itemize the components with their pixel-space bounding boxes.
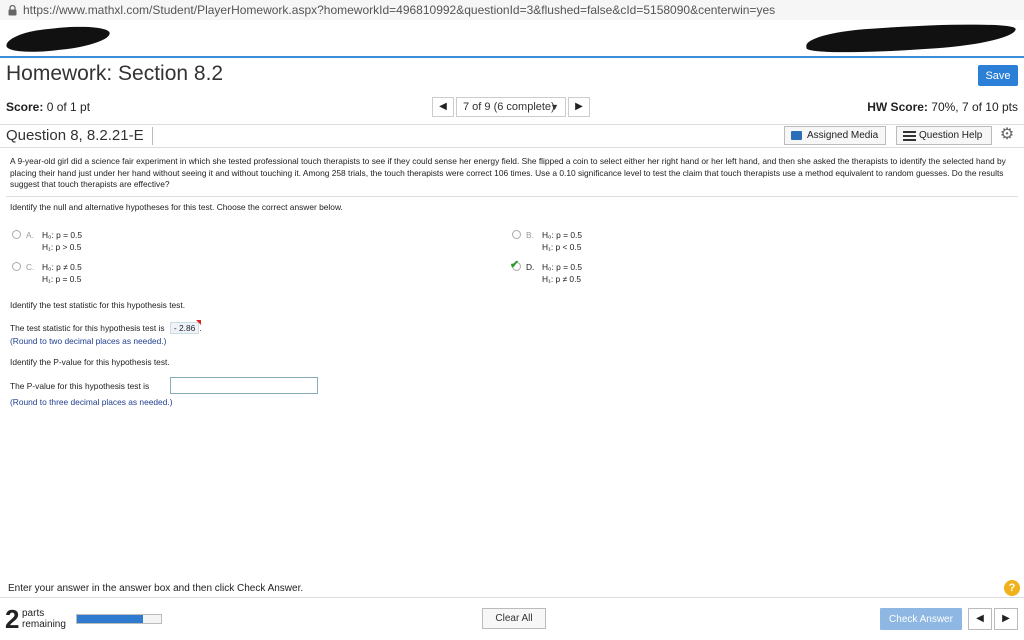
pvalue-lead: The P-value for this hypothesis test is [10,381,150,391]
redacted-logo-right [805,18,1017,58]
part2-instruction: Identify the test statistic for this hyp… [10,300,186,310]
option-a[interactable]: A. H₀: p = 0.5 H₁: p > 0.5 [12,229,212,255]
media-icon [791,131,802,140]
save-button[interactable]: Save [978,65,1018,86]
gear-icon[interactable]: ⚙ [998,126,1016,144]
question-bar: Question 8, 8.2.21-E Assigned Media Ques… [0,124,1024,148]
pvalue-hint: (Round to three decimal places as needed… [10,397,173,407]
footer-next-button[interactable]: ▶ [994,608,1018,630]
alt-hypothesis: H₁: p < 0.5 [542,242,582,252]
test-statistic-lead: The test statistic for this hypothesis t… [10,323,165,333]
page-title: Homework: Section 8.2 [6,62,224,85]
help-icon[interactable]: ? [1004,580,1020,596]
problem-text: A 9-year-old girl did a science fair exp… [10,156,1006,189]
part1-instruction: Identify the null and alternative hypoth… [10,202,343,212]
parts-label: parts [22,608,45,619]
question-selector[interactable]: 7 of 9 (6 complete) ▼ [456,97,566,117]
parts-count: 2 [5,604,20,634]
remaining-label: remaining [22,619,66,630]
radio-button[interactable] [512,230,521,239]
browser-url-bar[interactable]: https://www.mathxl.com/Student/PlayerHom… [0,0,1024,20]
radio-button[interactable] [12,262,21,271]
checkmark-icon: ✔ [510,259,520,271]
footer-instruction: Enter your answer in the answer box and … [8,583,304,594]
list-icon [903,131,916,141]
redacted-logo-left [5,22,111,56]
question-help-button[interactable]: Question Help [896,126,992,145]
option-c[interactable]: C. H₀: p ≠ 0.5 H₁: p = 0.5 [12,261,212,287]
chevron-down-icon: ▼ [550,102,559,112]
incorrect-flag-icon [196,320,202,325]
url-text: https://www.mathxl.com/Student/PlayerHom… [23,3,776,17]
assigned-media-button[interactable]: Assigned Media [784,126,886,145]
option-letter: C. [26,262,35,272]
alt-hypothesis: H₁: p = 0.5 [42,274,82,284]
score-label: Score: [6,100,44,114]
option-d[interactable]: ✔ D. H₀: p = 0.5 H₁: p ≠ 0.5 [510,259,712,287]
test-statistic-answer[interactable]: - 2.86 [169,320,202,334]
hw-score-label: HW Score: [867,100,928,114]
banner [0,18,1024,58]
test-statistic-hint: (Round to two decimal places as needed.) [10,336,167,346]
pvalue-input[interactable] [170,377,318,394]
test-statistic-value: - 2.86 [173,323,196,333]
assigned-media-label: Assigned Media [807,130,879,141]
option-letter: B. [526,230,534,240]
divider [0,597,1024,598]
null-hypothesis: H₀: p = 0.5 [42,230,83,240]
test-statistic-line: The test statistic for this hypothesis t… [10,320,202,334]
part3-instruction: Identify the P-value for this hypothesis… [10,357,170,367]
progress-fill [77,615,143,623]
check-answer-button[interactable]: Check Answer [880,608,962,630]
lock-icon [8,4,17,15]
previous-question-button[interactable]: ◀ [432,97,454,117]
hw-score: HW Score: 70%, 7 of 10 pts [867,100,1018,114]
header-divider [0,56,1024,58]
next-question-button[interactable]: ▶ [568,97,590,117]
null-hypothesis: H₀: p = 0.5 [542,230,583,240]
question-title: Question 8, 8.2.21-E [6,127,144,144]
question-help-label: Question Help [919,130,983,141]
option-letter: D. [526,262,535,272]
score-value: 0 of 1 pt [46,100,91,114]
null-hypothesis: H₀: p ≠ 0.5 [42,262,82,272]
question-selector-label: 7 of 9 (6 complete) [463,101,555,113]
alt-hypothesis: H₁: p ≠ 0.5 [542,274,582,284]
null-hypothesis: H₀: p = 0.5 [542,262,583,272]
parts-progress-bar [76,614,162,624]
divider [6,196,1018,197]
divider [152,127,153,145]
radio-button[interactable] [12,230,21,239]
footer-prev-button[interactable]: ◀ [968,608,992,630]
clear-all-button[interactable]: Clear All [482,608,546,629]
alt-hypothesis: H₁: p > 0.5 [42,242,82,252]
hw-score-value: 70%, 7 of 10 pts [931,100,1018,114]
score: Score: 0 of 1 pt [6,100,90,114]
option-letter: A. [26,230,34,240]
option-b[interactable]: B. H₀: p = 0.5 H₁: p < 0.5 [512,229,712,255]
